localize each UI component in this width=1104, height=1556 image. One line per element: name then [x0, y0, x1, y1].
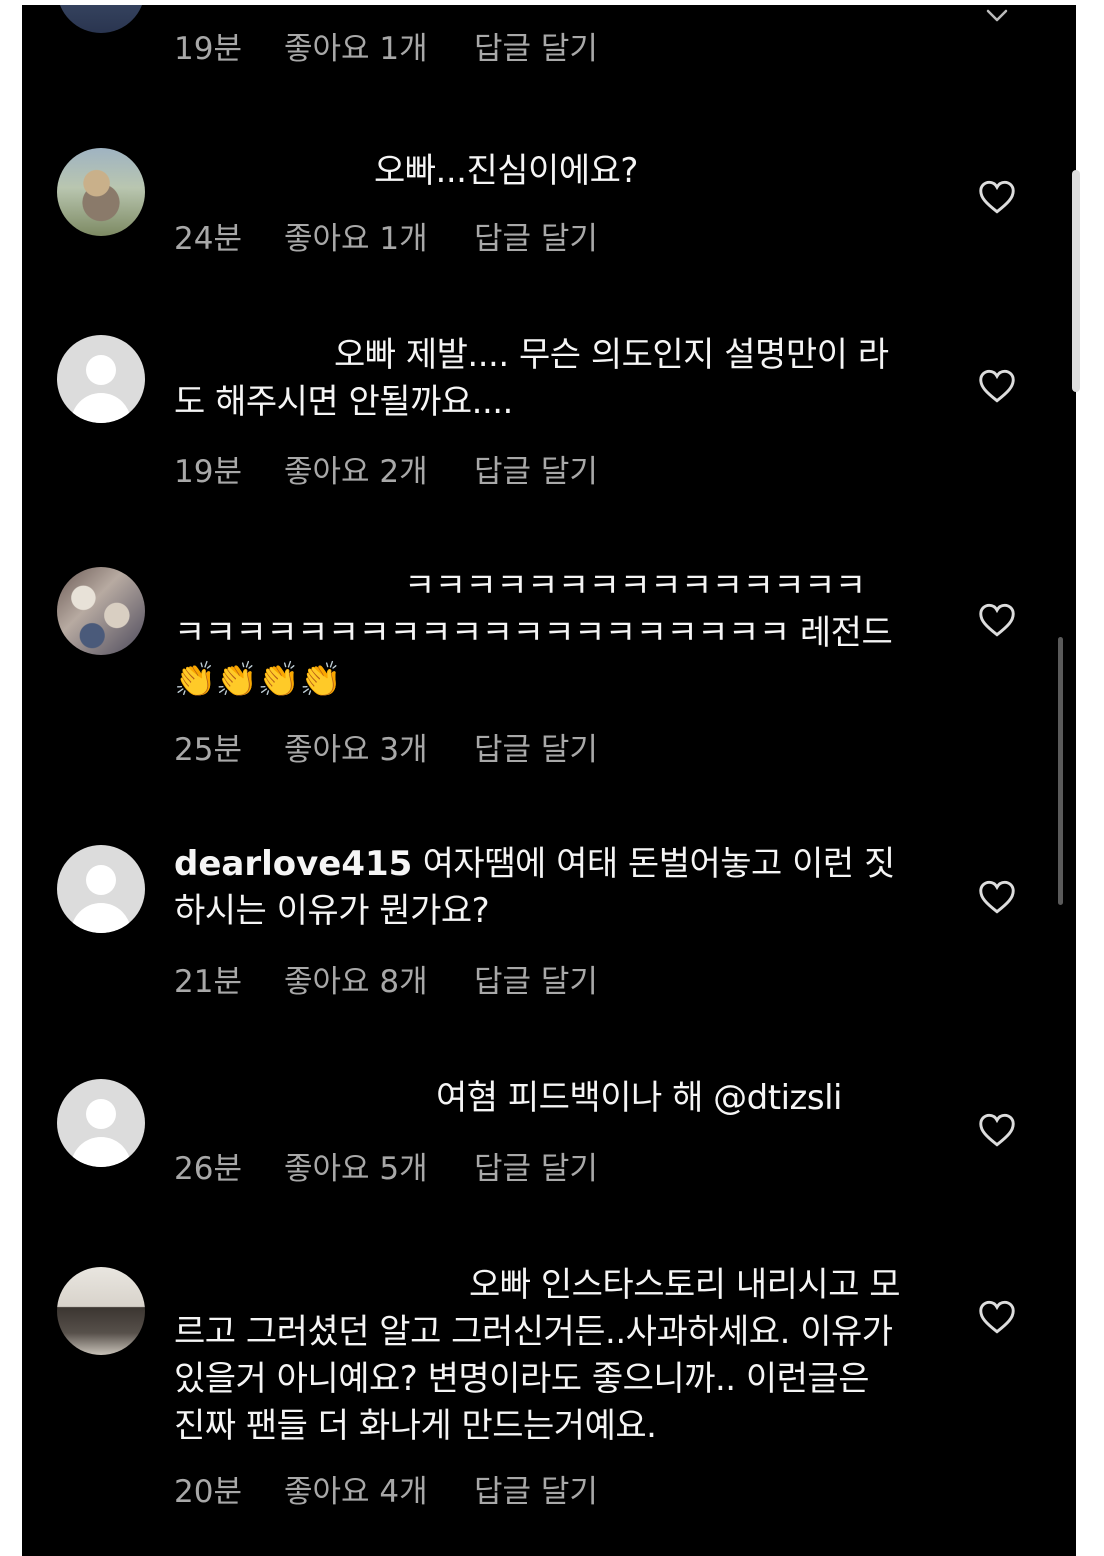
- heart-icon[interactable]: [978, 1300, 1016, 1334]
- comment-time: 21분: [174, 964, 242, 1000]
- comment-likes-link[interactable]: 좋아요 1개: [284, 213, 474, 258]
- comment-meta: 19분 좋아요 1개 답글 달기: [174, 23, 598, 68]
- avatar[interactable]: [57, 1267, 145, 1355]
- reply-button[interactable]: 답글 달기: [474, 1466, 598, 1511]
- chevron-down-icon[interactable]: [986, 9, 1008, 23]
- comment-text: 오빠 제발.... 무슨 의도인지 설명만이 라도 해주시면 안될까요....: [174, 332, 914, 426]
- page-scrollbar[interactable]: [1072, 170, 1080, 392]
- avatar-body: [71, 903, 131, 933]
- comment-likes-link[interactable]: 좋아요 5개: [284, 1143, 474, 1188]
- comment-text: 오빠...진심이에요?: [174, 148, 914, 195]
- scrollbar-thumb[interactable]: [1058, 637, 1063, 905]
- comment-body: ㅋㅋㅋㅋㅋㅋㅋㅋㅋㅋㅋㅋㅋㅋㅋㅋㅋㅋㅋㅋㅋㅋㅋㅋㅋㅋㅋㅋㅋㅋㅋㅋㅋㅋㅋ 레전드👏…: [174, 566, 893, 700]
- avatar-head: [86, 355, 116, 385]
- comment-meta: 21분 좋아요 8개 답글 달기: [174, 956, 598, 1001]
- avatar[interactable]: [57, 5, 145, 33]
- avatar[interactable]: [57, 148, 145, 236]
- comment-body: 오빠...진심이에요?: [374, 151, 638, 191]
- avatar-head: [86, 865, 116, 895]
- avatar[interactable]: [57, 845, 145, 933]
- reply-button[interactable]: 답글 달기: [474, 446, 598, 491]
- avatar-body: [71, 1137, 131, 1167]
- comment-text: 여혐 피드백이나 해 @dtizsli: [174, 1075, 914, 1122]
- reply-button[interactable]: 답글 달기: [474, 956, 598, 1001]
- comment-username[interactable]: dearlove415: [174, 844, 412, 884]
- avatar[interactable]: [57, 567, 145, 655]
- reply-button[interactable]: 답글 달기: [474, 23, 598, 68]
- heart-icon[interactable]: [978, 603, 1016, 637]
- avatar[interactable]: [57, 335, 145, 423]
- comment-meta: 20분 좋아요 4개 답글 달기: [174, 1466, 598, 1511]
- heart-icon[interactable]: [978, 1113, 1016, 1147]
- comment-body: 오빠 인스타스토리 내리시고 모르고 그러셨던 알고 그러신거든..사과하세요.…: [174, 1265, 903, 1446]
- comment-body: 여혐 피드백이나 해 @dtizsli: [436, 1078, 842, 1118]
- comments-screen: 19분 좋아요 1개 답글 달기 오빠...진심이에요? 24분 좋아요 1개 답글 달…: [22, 5, 1076, 1556]
- comment-time: 19분: [174, 31, 242, 67]
- comment-time: 25분: [174, 732, 242, 768]
- comment-text: dearlove415 여자땜에 여태 돈벌어놓고 이런 짓 하시는 이유가 뭔…: [174, 841, 904, 935]
- reply-button[interactable]: 답글 달기: [474, 724, 598, 769]
- comment-likes-link[interactable]: 좋아요 2개: [284, 446, 474, 491]
- comment-likes-link[interactable]: 좋아요 1개: [284, 23, 474, 68]
- avatar-body: [71, 393, 131, 423]
- reply-button[interactable]: 답글 달기: [474, 213, 598, 258]
- avatar-head: [86, 1099, 116, 1129]
- comment-time: 19분: [174, 454, 242, 490]
- comment-time: 20분: [174, 1474, 242, 1510]
- reply-button[interactable]: 답글 달기: [474, 1143, 598, 1188]
- heart-icon[interactable]: [978, 880, 1016, 914]
- comment-meta: 26분 좋아요 5개 답글 달기: [174, 1143, 598, 1188]
- comment-text: 오빠 인스타스토리 내리시고 모르고 그러셨던 알고 그러신거든..사과하세요.…: [174, 1262, 909, 1450]
- comment-meta: 25분 좋아요 3개 답글 달기: [174, 724, 598, 769]
- comment-time: 26분: [174, 1151, 242, 1187]
- comment-likes-link[interactable]: 좋아요 4개: [284, 1466, 474, 1511]
- avatar[interactable]: [57, 1079, 145, 1167]
- comment-meta: 24분 좋아요 1개 답글 달기: [174, 213, 598, 258]
- heart-icon[interactable]: [978, 369, 1016, 403]
- comment-likes-link[interactable]: 좋아요 8개: [284, 956, 474, 1001]
- comment-meta: 19분 좋아요 2개 답글 달기: [174, 446, 598, 491]
- heart-icon[interactable]: [978, 180, 1016, 214]
- comment-body: 오빠 제발.... 무슨 의도인지 설명만이 라도 해주시면 안될까요....: [174, 335, 889, 422]
- comment-time: 24분: [174, 221, 242, 257]
- comment-text: ㅋㅋㅋㅋㅋㅋㅋㅋㅋㅋㅋㅋㅋㅋㅋㅋㅋㅋㅋㅋㅋㅋㅋㅋㅋㅋㅋㅋㅋㅋㅋㅋㅋㅋㅋ 레전드👏…: [174, 563, 894, 704]
- comment-likes-link[interactable]: 좋아요 3개: [284, 724, 474, 769]
